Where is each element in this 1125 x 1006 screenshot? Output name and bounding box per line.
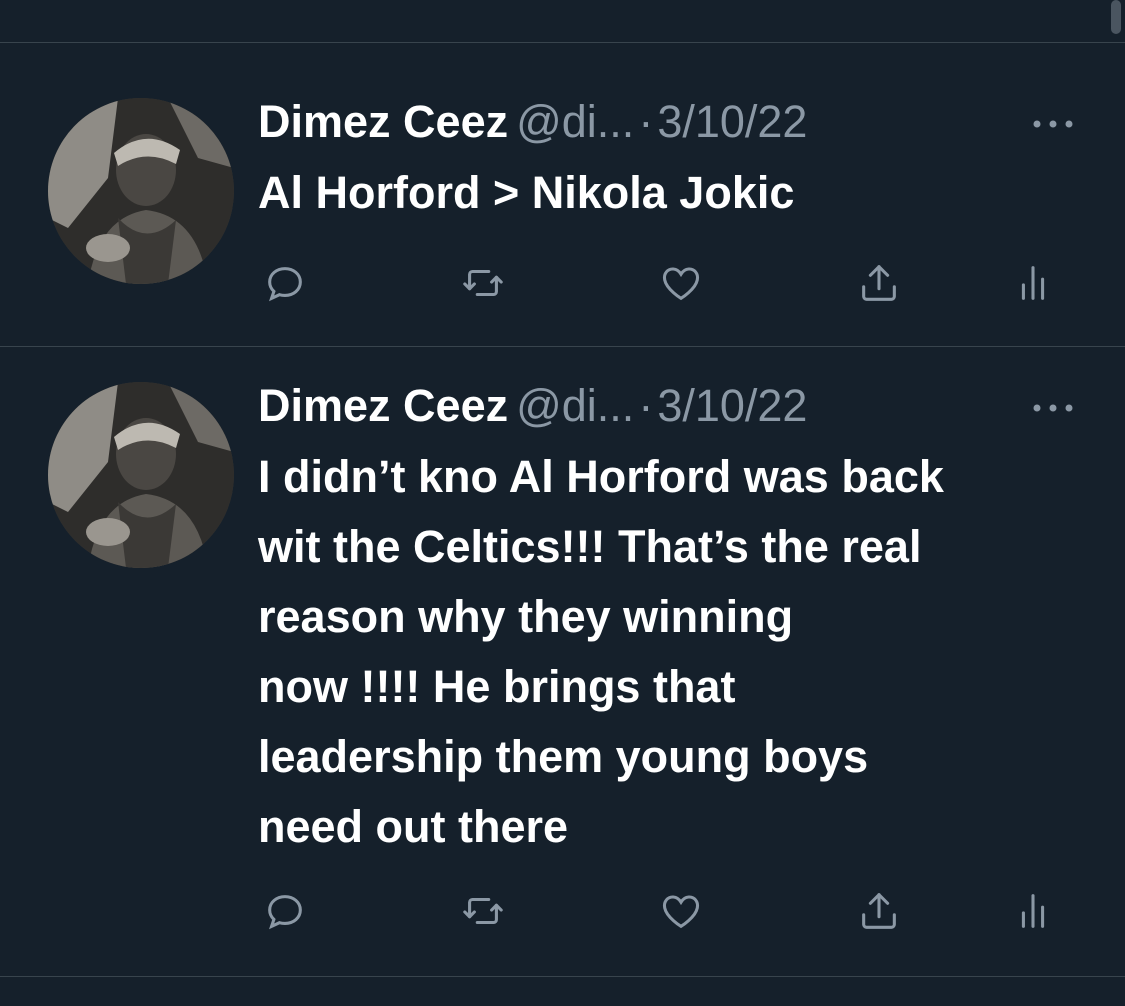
analytics-icon[interactable] — [1008, 258, 1058, 308]
more-options-icon[interactable] — [1028, 114, 1078, 134]
tweet-actions — [0, 258, 1125, 308]
handle[interactable]: @di... — [516, 96, 634, 147]
handle[interactable]: @di... — [516, 380, 634, 431]
retweet-icon[interactable] — [458, 258, 508, 308]
timeline: Dimez Ceez @di...·3/10/22 Al Horford > Ni… — [0, 0, 1125, 1006]
avatar-image — [48, 382, 234, 568]
tweet-date[interactable]: 3/10/22 — [657, 380, 807, 431]
avatar-image — [48, 98, 234, 284]
tweet-header: Dimez Ceez @di...·3/10/22 — [258, 378, 807, 434]
display-name[interactable]: Dimez Ceez — [258, 96, 508, 147]
divider — [0, 976, 1125, 977]
avatar[interactable] — [48, 382, 234, 568]
like-icon[interactable] — [656, 886, 706, 936]
share-icon[interactable] — [854, 886, 904, 936]
avatar[interactable] — [48, 98, 234, 284]
like-icon[interactable] — [656, 258, 706, 308]
analytics-icon[interactable] — [1008, 886, 1058, 936]
divider — [0, 346, 1125, 347]
divider — [0, 42, 1125, 43]
scrollbar[interactable] — [1111, 0, 1121, 34]
tweet-header: Dimez Ceez @di...·3/10/22 — [258, 94, 807, 150]
more-options-icon[interactable] — [1028, 398, 1078, 418]
reply-icon[interactable] — [260, 886, 310, 936]
separator-dot: · — [638, 96, 654, 147]
reply-icon[interactable] — [260, 258, 310, 308]
display-name[interactable]: Dimez Ceez — [258, 380, 508, 431]
tweet-text: I didn’t kno Al Horford was back wit the… — [258, 451, 944, 852]
retweet-icon[interactable] — [458, 886, 508, 936]
separator-dot: · — [638, 380, 654, 431]
tweet-actions — [0, 886, 1125, 936]
share-icon[interactable] — [854, 258, 904, 308]
tweet-date[interactable]: 3/10/22 — [657, 96, 807, 147]
tweet-text: Al Horford > Nikola Jokic — [258, 167, 795, 218]
